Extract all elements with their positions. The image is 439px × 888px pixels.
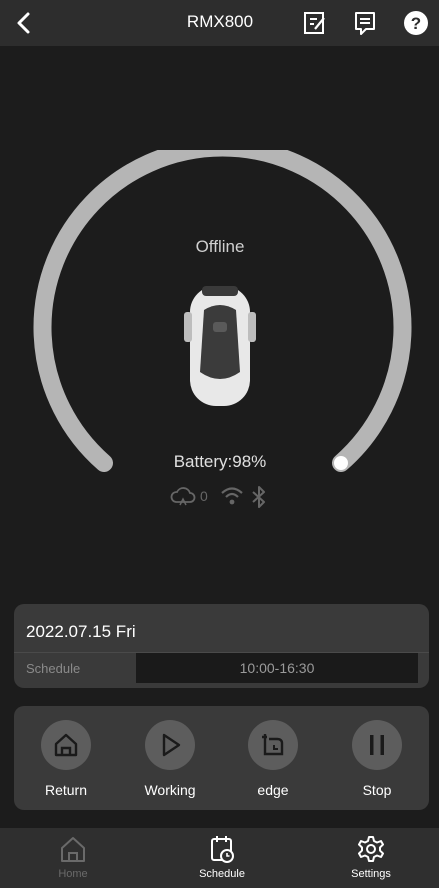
home-icon — [54, 733, 78, 757]
cloud-count: 0 — [200, 488, 208, 504]
edge-circle[interactable] — [248, 720, 298, 770]
bluetooth-icon — [252, 486, 265, 508]
working-label: Working — [144, 782, 196, 798]
svg-text:?: ? — [411, 14, 421, 33]
schedule-time-range[interactable]: 10:00-16:30 — [136, 653, 418, 683]
device-status: Offline — [195, 237, 245, 256]
gear-icon — [358, 836, 384, 862]
schedule-label: Schedule — [26, 661, 81, 676]
tab-schedule[interactable]: Schedule — [177, 834, 267, 880]
tab-schedule-label: Schedule — [199, 868, 245, 880]
tab-settings[interactable]: Settings — [326, 834, 416, 880]
edit-icon[interactable] — [302, 10, 328, 36]
mower-image — [184, 286, 256, 406]
gauge-end-knob — [334, 456, 348, 470]
battery-level: Battery:98% — [173, 452, 267, 471]
cloud-icon — [170, 487, 196, 506]
stop-label: Stop — [362, 782, 392, 798]
working-button[interactable]: Working — [130, 720, 210, 798]
tab-home[interactable]: Home — [28, 834, 118, 880]
device-title: RMX800 — [186, 12, 254, 31]
return-button[interactable]: Return — [26, 720, 106, 798]
play-icon — [162, 733, 181, 757]
tab-home-label: Home — [58, 868, 88, 880]
help-icon[interactable]: ? — [403, 10, 429, 36]
control-panel: Return Working edge Stop — [14, 706, 429, 810]
top-bar: RMX800 ? — [0, 0, 439, 46]
calendar-clock-icon — [211, 836, 234, 863]
return-circle[interactable] — [41, 720, 91, 770]
home-outline-icon — [61, 837, 85, 862]
bottom-tab-bar: Home Schedule Settings — [0, 828, 439, 888]
schedule-date: 2022.07.15 Fri — [26, 622, 136, 641]
edge-icon — [262, 734, 284, 756]
back-arrow-icon[interactable] — [12, 11, 36, 35]
stop-circle[interactable] — [352, 720, 402, 770]
message-icon[interactable] — [352, 10, 378, 36]
return-label: Return — [44, 782, 88, 798]
schedule-card[interactable]: 2022.07.15 Fri Schedule 10:00-16:30 — [14, 604, 429, 688]
wifi-icon — [221, 487, 243, 505]
connectivity-status: 0 — [170, 485, 280, 509]
tab-settings-label: Settings — [351, 868, 391, 880]
working-circle[interactable] — [145, 720, 195, 770]
edge-button[interactable]: edge — [233, 720, 313, 798]
pause-icon — [370, 735, 384, 755]
stop-button[interactable]: Stop — [337, 720, 417, 798]
edge-label: edge — [257, 782, 289, 798]
